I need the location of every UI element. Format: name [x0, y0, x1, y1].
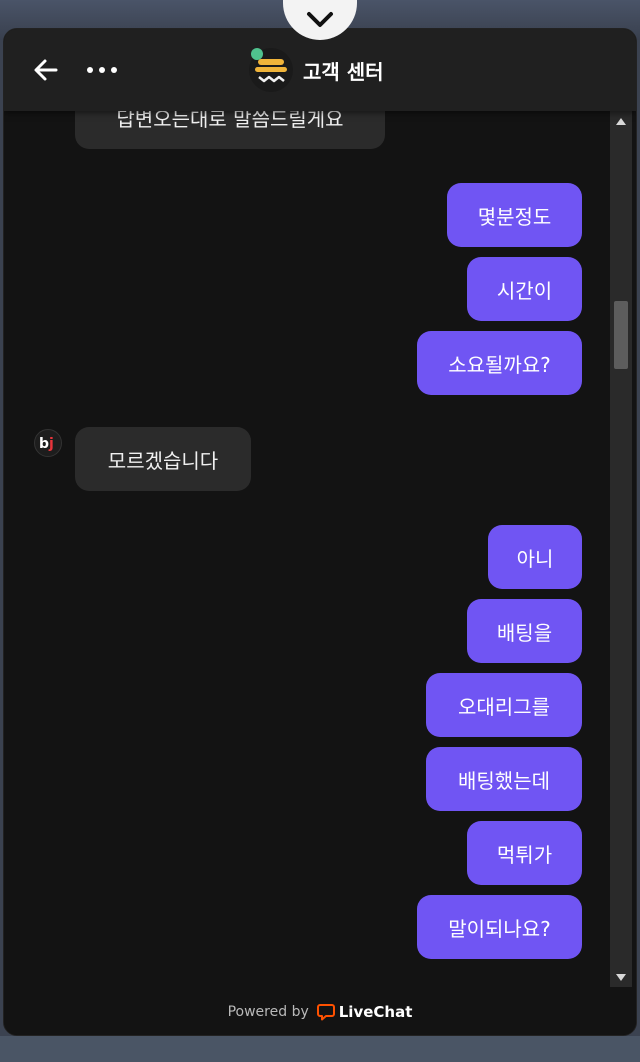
- visitor-message: 시간이: [467, 257, 582, 321]
- livechat-brand-name: LiveChat: [338, 1003, 413, 1021]
- bj-logo-icon: b j: [39, 436, 54, 452]
- livechat-logo-icon: [316, 1004, 335, 1021]
- message-scrollbar[interactable]: [610, 111, 632, 987]
- agent-message: 답변오는대로 말씀드릴게요: [75, 111, 385, 149]
- powered-by-text: Powered by: [227, 1004, 309, 1020]
- svg-text:b: b: [39, 436, 49, 452]
- visitor-message: 먹튀가: [467, 821, 582, 885]
- message-text: 말이되나요?: [448, 916, 551, 941]
- message-text: 아니: [516, 546, 554, 571]
- visitor-message: 몇분정도: [447, 183, 582, 247]
- page-backdrop-bottom: [0, 1036, 640, 1062]
- message-text: 모르겠습니다: [107, 448, 219, 473]
- more-options-button[interactable]: [82, 54, 122, 86]
- svg-text:j: j: [48, 436, 54, 452]
- triangle-down-icon: [616, 973, 626, 981]
- message-text: 먹튀가: [496, 842, 553, 867]
- more-dots-icon: [87, 67, 117, 73]
- visitor-message: 배팅했는데: [426, 747, 582, 811]
- chat-title: 고객 센터: [303, 59, 384, 84]
- message-text: 배팅했는데: [458, 768, 550, 793]
- company-logo: [249, 48, 293, 92]
- chat-footer: Powered by LiveChat: [4, 987, 636, 1035]
- message-text: 오대리그를: [458, 694, 550, 719]
- visitor-message: 말이되나요?: [417, 895, 582, 959]
- message-list[interactable]: 답변오는대로 말씀드릴게요 몇분정도 시간이 소요될까요? b j 모르겠습니다…: [4, 111, 610, 987]
- scroll-up-button[interactable]: [610, 111, 632, 131]
- livechat-link[interactable]: LiveChat: [316, 1003, 413, 1021]
- agent-message: 모르겠습니다: [75, 427, 251, 491]
- message-text: 몇분정도: [477, 204, 552, 229]
- visitor-message: 아니: [488, 525, 582, 589]
- chat-widget: 고객 센터 답변오는대로 말씀드릴게요 몇분정도 시간이 소요될까요? b j …: [3, 28, 637, 1036]
- message-text: 시간이: [496, 278, 553, 303]
- visitor-message: 배팅을: [467, 599, 582, 663]
- header-title-group: 고객 센터: [249, 47, 384, 93]
- message-text: 배팅을: [496, 620, 553, 645]
- agent-avatar: b j: [34, 429, 62, 457]
- scroll-thumb[interactable]: [614, 301, 628, 369]
- visitor-message: 소요될까요?: [417, 331, 582, 395]
- back-button[interactable]: [30, 54, 62, 86]
- chevron-down-icon: [307, 12, 333, 27]
- message-text: 답변오는대로 말씀드릴게요: [116, 111, 344, 131]
- online-status-dot: [251, 48, 263, 60]
- arrow-left-icon: [34, 59, 58, 81]
- scroll-down-button[interactable]: [610, 967, 632, 987]
- triangle-up-icon: [616, 117, 626, 125]
- visitor-message: 오대리그를: [426, 673, 582, 737]
- message-text: 소요될까요?: [448, 352, 551, 377]
- chat-header: 고객 센터: [4, 29, 636, 111]
